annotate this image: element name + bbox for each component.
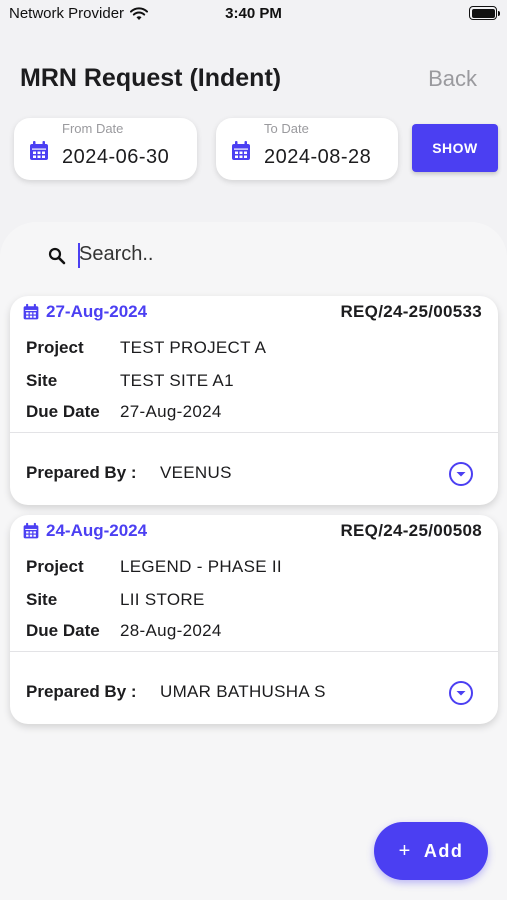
prepared-by-label: Prepared By : [26,682,137,701]
request-card[interactable]: 24-Aug-2024 REQ/24-25/00508 Project LEGE… [10,515,498,724]
request-date-text: 24-Aug-2024 [46,521,148,540]
page-title: MRN Request (Indent) [20,64,282,92]
due-date-label: Due Date [26,621,100,640]
site-value: TEST SITE A1 [120,371,234,390]
show-button[interactable]: SHOW [412,124,498,172]
plus-icon: + [398,839,412,862]
calendar-icon [30,141,48,160]
site-value: LII STORE [120,590,205,609]
back-button[interactable]: Back [428,66,477,92]
calendar-icon [23,303,39,320]
search-icon [48,247,66,265]
add-button[interactable]: + Add [374,822,488,880]
chevron-down-icon[interactable] [448,680,474,706]
prepared-by-label: Prepared By : [26,463,137,482]
request-number: REQ/24-25/00533 [340,302,482,321]
calendar-icon [23,522,39,539]
to-date-field[interactable]: To Date 2024-08-28 [216,118,398,180]
project-label: Project [26,338,84,357]
chevron-down-icon[interactable] [448,461,474,487]
due-date-value: 27-Aug-2024 [120,402,222,421]
card-divider [10,651,498,652]
prepared-by-value: VEENUS [160,463,232,482]
from-date-value: 2024-06-30 [62,146,170,168]
due-date-label: Due Date [26,402,100,421]
to-date-label: To Date [264,121,309,136]
request-date-text: 27-Aug-2024 [46,302,148,321]
app-header: MRN Request (Indent) Back [20,64,477,98]
request-number: REQ/24-25/00508 [340,521,482,540]
request-date: 27-Aug-2024 [22,302,147,322]
search-input[interactable]: Search.. [48,242,448,270]
battery-icon [469,6,500,20]
project-value: TEST PROJECT A [120,338,267,357]
due-date-value: 28-Aug-2024 [120,621,222,640]
search-placeholder: Search.. [79,243,154,265]
status-bar: Network Provider 3:40 PM [0,0,507,28]
from-date-field[interactable]: From Date 2024-06-30 [14,118,197,180]
project-label: Project [26,557,84,576]
from-date-label: From Date [62,121,124,136]
site-label: Site [26,590,58,609]
add-button-label: Add [423,840,464,861]
to-date-value: 2024-08-28 [264,146,372,168]
prepared-by-value: UMAR BATHUSHA S [160,682,326,701]
card-divider [10,432,498,433]
project-value: LEGEND - PHASE II [120,557,282,576]
status-time: 3:40 PM [225,5,282,22]
calendar-icon [232,141,250,160]
request-date: 24-Aug-2024 [22,521,147,541]
request-card[interactable]: 27-Aug-2024 REQ/24-25/00533 Project TEST… [10,296,498,505]
site-label: Site [26,371,58,390]
